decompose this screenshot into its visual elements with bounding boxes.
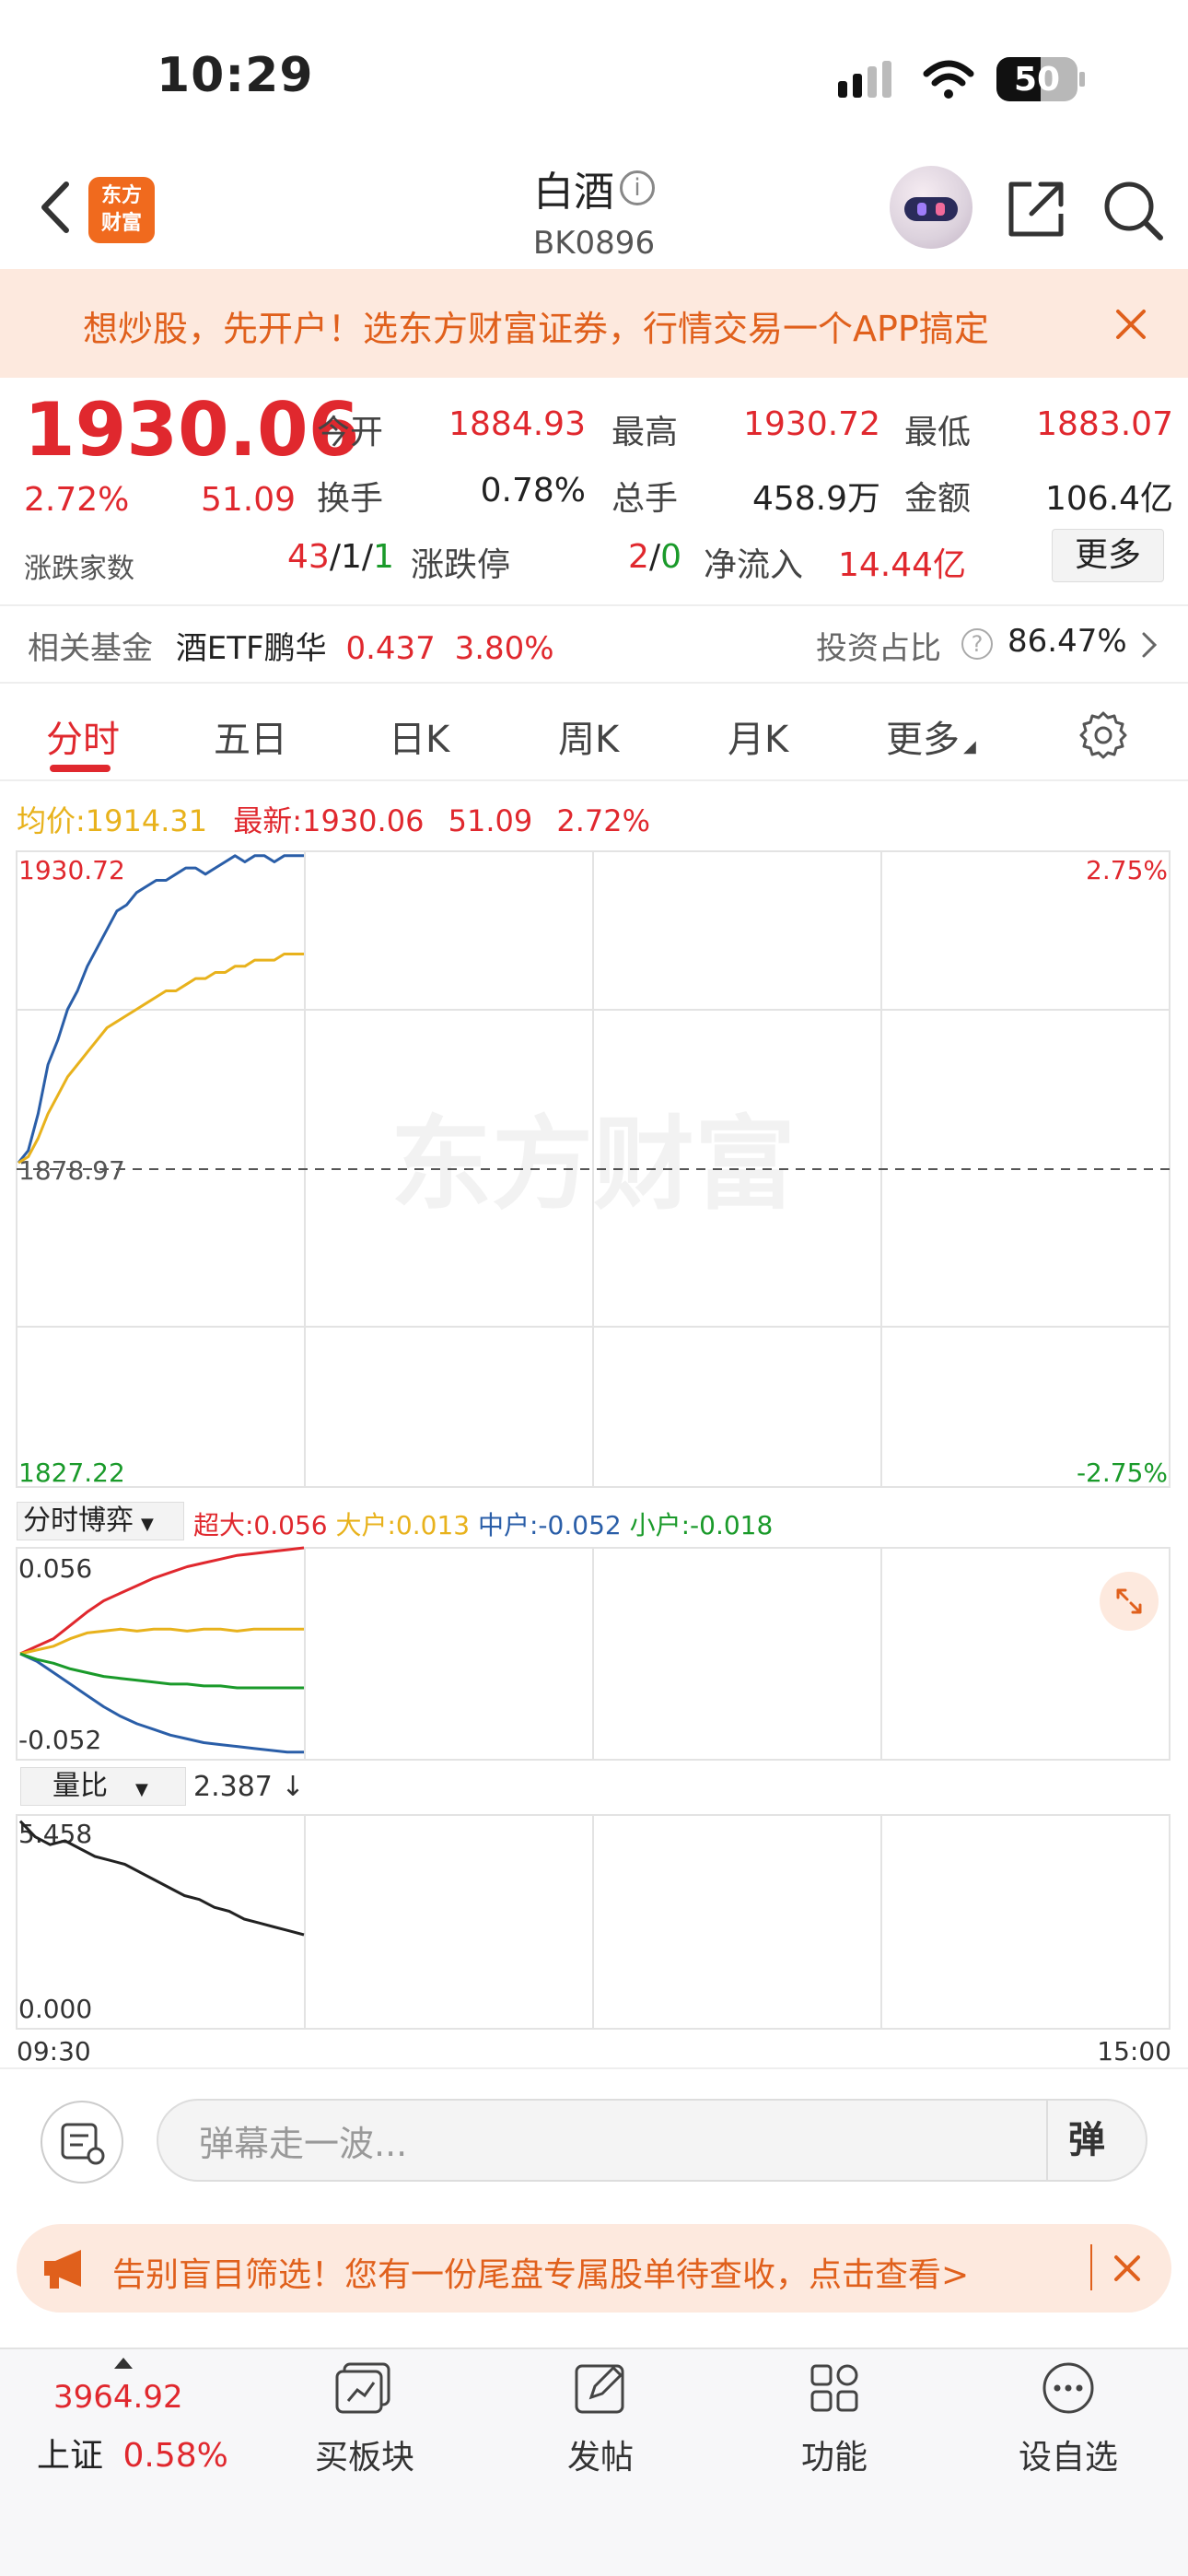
more-dots-icon bbox=[1042, 2362, 1094, 2414]
pct-bottom-label: -2.75% bbox=[1077, 1458, 1168, 1488]
divider bbox=[1090, 2244, 1092, 2290]
turnover-value: 0.78% bbox=[480, 472, 586, 509]
amount-value: 106.4亿 bbox=[1044, 480, 1173, 518]
megaphone-icon bbox=[41, 2246, 92, 2294]
high-value: 1930.72 bbox=[743, 405, 880, 443]
banner-text[interactable]: 想炒股，先开户！选东方财富证券，行情交易一个APP搞定 bbox=[83, 300, 1087, 351]
divider bbox=[1046, 2101, 1048, 2180]
chevron-right-icon[interactable] bbox=[1138, 628, 1160, 665]
volume-value: 458.9万 bbox=[751, 480, 880, 518]
divider bbox=[0, 682, 1188, 684]
fund-ratio-label: 投资占比 bbox=[816, 630, 941, 667]
last-price: 1930.06 bbox=[24, 387, 360, 473]
y-top-label: 1930.72 bbox=[18, 855, 125, 885]
capital-legend: 超大:0.056 大户:0.013 中户:-0.052 小户:-0.018 bbox=[193, 1510, 774, 1540]
fund-ratio-value: 86.47% bbox=[1007, 623, 1127, 660]
danmu-settings-icon[interactable] bbox=[41, 2101, 123, 2184]
brand-logo: 东方 财富 bbox=[88, 177, 155, 243]
help-icon[interactable]: ? bbox=[961, 628, 993, 660]
tab-more[interactable]: 更多 ◢ bbox=[886, 709, 976, 763]
vr-bottom-label: 0.000 bbox=[18, 1994, 92, 2024]
page-title-block: 白酒 i BK0896 bbox=[442, 158, 746, 262]
share-icon[interactable] bbox=[1004, 177, 1068, 241]
edit-icon bbox=[575, 2364, 624, 2414]
x-end-label: 15:00 bbox=[1097, 2036, 1171, 2067]
turnover-label: 换手 bbox=[317, 480, 384, 518]
triangle-up-icon bbox=[114, 2355, 133, 2372]
tab-weekly-k[interactable]: 周K bbox=[558, 709, 619, 763]
page-title: 白酒 bbox=[533, 169, 614, 216]
buy-sector-icon bbox=[335, 2362, 390, 2414]
volume-ratio-chart[interactable]: 5.458 0.000 09:30 15:00 bbox=[0, 1811, 1188, 2069]
amount-label: 金额 bbox=[904, 480, 972, 518]
battery-icon: 50 bbox=[996, 57, 1085, 103]
capital-bottom-label: -0.052 bbox=[18, 1725, 101, 1755]
caret-down-icon: ▼ bbox=[141, 1515, 154, 1534]
tab-buy-sector[interactable]: 买板块 bbox=[263, 2359, 466, 2478]
capital-top-label: 0.056 bbox=[18, 1553, 92, 1584]
tab-add-watchlist[interactable]: 设自选 bbox=[967, 2359, 1170, 2478]
promo-text[interactable]: 告别盲目筛选！您有一份尾盘专属股单待查收，点击查看> bbox=[112, 2248, 969, 2296]
sector-code: BK0896 bbox=[532, 225, 656, 262]
danmu-toggle-button[interactable]: 弹 bbox=[1068, 2110, 1105, 2163]
pct-top-label: 2.75% bbox=[1086, 855, 1168, 885]
advance-decline-counts: 43/1/1 bbox=[287, 538, 394, 576]
chart-info-line: 均价:1914.31 最新:1930.06 51.09 2.72% bbox=[17, 803, 651, 838]
close-icon[interactable] bbox=[1111, 2252, 1144, 2285]
volume-ratio-value: 2.387 ↓ bbox=[193, 1771, 305, 1803]
expand-icon[interactable] bbox=[1100, 1572, 1159, 1631]
open-value: 1884.93 bbox=[448, 405, 586, 443]
y-bottom-label: 1827.22 bbox=[18, 1458, 125, 1488]
wifi-icon bbox=[923, 59, 974, 100]
caret-down-icon: ▼ bbox=[135, 1780, 148, 1799]
info-icon[interactable]: i bbox=[620, 170, 655, 205]
tab-five-day[interactable]: 五日 bbox=[214, 709, 287, 763]
watermark-text: 东方财富 bbox=[390, 1106, 796, 1224]
tab-daily-k[interactable]: 日K bbox=[389, 709, 449, 763]
volume-label: 总手 bbox=[611, 480, 679, 518]
limit-counts: 2/0 bbox=[628, 538, 681, 576]
divider bbox=[0, 604, 1188, 606]
index-value[interactable]: 3964.92 bbox=[53, 2379, 183, 2416]
inflow-label: 净流入 bbox=[704, 546, 804, 584]
arrow-down-icon: ↓ bbox=[272, 1771, 305, 1803]
base-price-label: 1878.97 bbox=[18, 1155, 125, 1186]
assistant-robot-icon[interactable] bbox=[890, 166, 973, 249]
average-price-line bbox=[17, 953, 304, 1165]
caret-down-icon: ◢ bbox=[963, 737, 976, 756]
battery-level: 50 bbox=[1013, 61, 1061, 99]
low-label: 最低 bbox=[904, 414, 972, 451]
inflow-value: 14.44亿 bbox=[838, 546, 967, 584]
advance-decline-label: 涨跌家数 bbox=[24, 553, 134, 585]
limit-label: 涨跌停 bbox=[411, 546, 511, 584]
open-label: 今开 bbox=[317, 414, 384, 451]
capital-game-chart[interactable]: 0.056 -0.052 bbox=[0, 1544, 1188, 1765]
active-tab-indicator bbox=[50, 765, 111, 772]
signal-icon bbox=[838, 61, 897, 100]
small-holder-line bbox=[19, 1652, 304, 1690]
grid-icon bbox=[810, 2364, 858, 2412]
low-value: 1883.07 bbox=[1036, 405, 1173, 443]
change-amount: 51.09 bbox=[201, 481, 297, 519]
search-icon[interactable] bbox=[1100, 177, 1166, 243]
volume-ratio-select[interactable]: 量比 ▼ bbox=[20, 1767, 186, 1806]
danmu-placeholder: 弹幕走一波... bbox=[199, 2124, 408, 2164]
indicator-select[interactable]: 分时博弈 ▼ bbox=[17, 1502, 184, 1540]
high-label: 最高 bbox=[611, 414, 679, 451]
x-start-label: 09:30 bbox=[17, 2036, 91, 2067]
gear-icon[interactable] bbox=[1077, 709, 1129, 761]
index-summary[interactable]: 上证 0.58% bbox=[37, 2429, 228, 2476]
tab-post[interactable]: 发帖 bbox=[499, 2359, 702, 2478]
tab-functions[interactable]: 功能 bbox=[733, 2359, 936, 2478]
status-time: 10:29 bbox=[157, 48, 314, 103]
back-icon[interactable] bbox=[35, 175, 76, 240]
related-fund-row[interactable]: 相关基金 酒ETF鹏华 0.437 3.80% bbox=[28, 623, 1170, 668]
close-icon[interactable] bbox=[1111, 304, 1151, 345]
tab-intraday[interactable]: 分时 bbox=[46, 709, 120, 763]
tab-monthly-k[interactable]: 月K bbox=[728, 709, 788, 763]
intraday-chart[interactable]: 东方财富 1930.72 1878.97 1827.22 2.75% -2.75… bbox=[0, 838, 1188, 1502]
divider bbox=[0, 779, 1188, 781]
more-button[interactable]: 更多 bbox=[1052, 529, 1164, 582]
change-percent: 2.72% bbox=[24, 481, 130, 519]
